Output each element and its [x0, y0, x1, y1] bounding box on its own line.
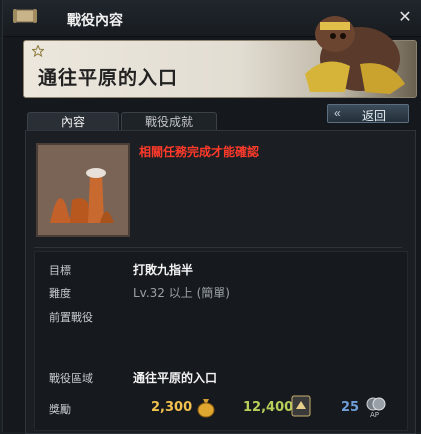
svg-text:AP: AP — [370, 411, 379, 419]
scroll-icon — [13, 9, 37, 23]
goal-label: 目標 — [49, 264, 71, 277]
boss-portrait — [305, 16, 405, 94]
details-box: 目標 打敗九指半 難度 Lv.32 以上 (簡單) 前置戰役 戰役區域 通往平原… — [34, 251, 408, 431]
back-arrows-icon: « — [334, 106, 341, 120]
tab-content[interactable]: 內容 — [27, 112, 119, 131]
difficulty-value: Lv.32 以上 (簡單) — [133, 286, 230, 300]
campaign-window: 戰役內容 ✕ 通往平原的入口 « 返回 內容 戰役成就 相關任務完成才能確認 目… — [2, 0, 421, 434]
rock-formation-icon — [38, 145, 128, 235]
ap-icon: AP — [366, 397, 386, 419]
area-label: 戰役區域 — [49, 372, 93, 385]
ap-reward: 25 — [341, 400, 360, 415]
window-title: 戰役內容 — [67, 13, 123, 29]
content-panel: 相關任務完成才能確認 目標 打敗九指半 難度 Lv.32 以上 (簡單) 前置戰… — [25, 130, 416, 434]
prereq-label: 前置戰役 — [49, 311, 93, 324]
gold-reward: 2,300 — [151, 400, 193, 415]
quest-name: 通往平原的入口 — [38, 67, 179, 89]
area-value: 通往平原的入口 — [133, 371, 218, 385]
goal-value: 打敗九指半 — [133, 263, 194, 277]
quest-thumbnail — [36, 143, 130, 237]
gold-pouch-icon — [197, 399, 215, 418]
back-button[interactable]: « 返回 — [327, 104, 409, 123]
exp-reward: 12,400 — [243, 400, 294, 415]
requirement-notice: 相關任務完成才能確認 — [139, 145, 260, 159]
tab-achievements[interactable]: 戰役成就 — [121, 112, 217, 131]
star-icon — [32, 45, 44, 57]
exp-icon — [291, 395, 311, 417]
divider — [34, 247, 402, 248]
back-button-label: 返回 — [362, 109, 387, 123]
difficulty-label: 難度 — [49, 287, 71, 300]
reward-label: 獎勵 — [49, 403, 71, 416]
